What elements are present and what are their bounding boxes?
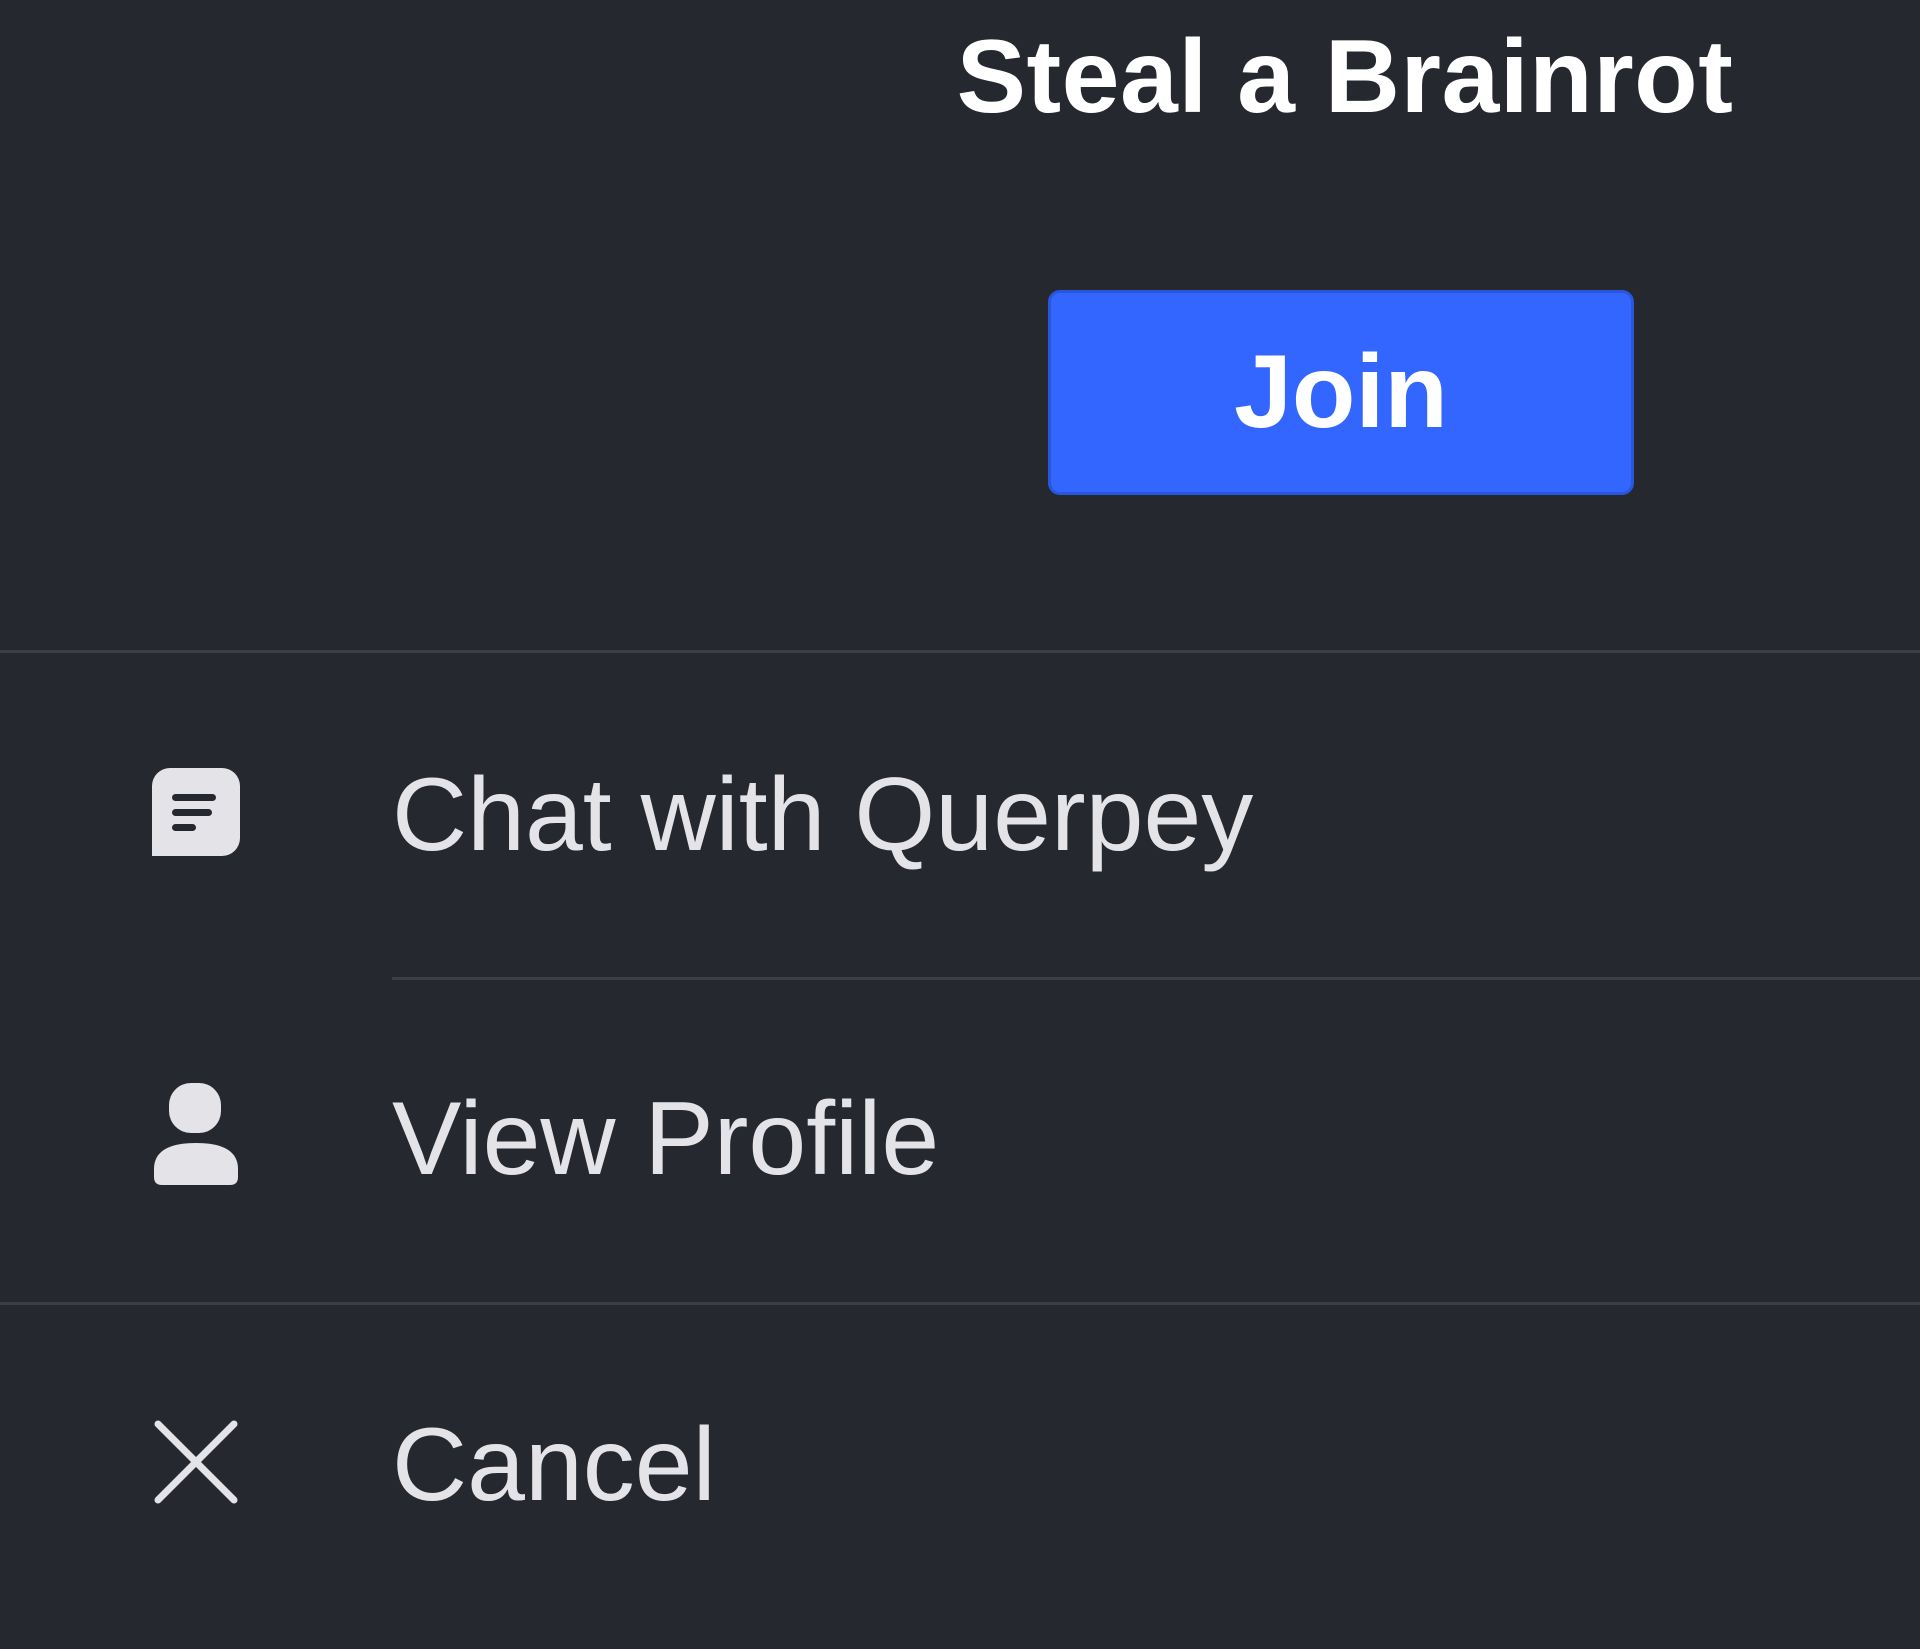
chat-bubble-icon [150,766,242,858]
close-icon [150,1416,242,1508]
divider [0,1302,1920,1305]
game-title: Steal a Brainrot [956,19,1734,135]
view-profile-item[interactable]: View Profile [0,980,1920,1300]
divider [0,650,1920,653]
person-icon [150,1083,242,1185]
action-sheet: Steal a Brainrot Join Chat with Querpey … [0,0,1920,1649]
join-button[interactable]: Join [1048,290,1634,495]
cancel-label: Cancel [392,1407,716,1523]
chat-with-user-label: Chat with Querpey [392,757,1254,873]
chat-with-user-item[interactable]: Chat with Querpey [0,656,1920,976]
cancel-item[interactable]: Cancel [0,1306,1920,1636]
view-profile-label: View Profile [392,1081,940,1197]
